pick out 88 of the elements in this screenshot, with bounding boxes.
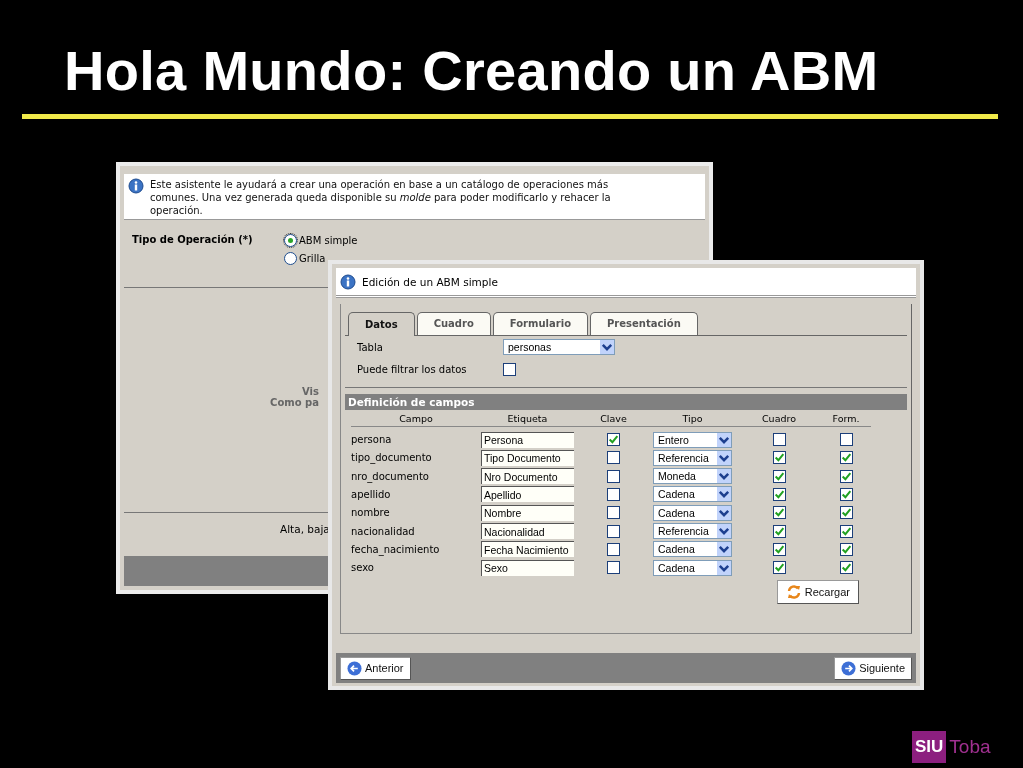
refresh-icon [785,583,802,600]
field-label: Puede filtrar los datos [357,363,468,375]
label-field[interactable]: Nacionalidad [481,523,574,540]
caret-icon [717,487,731,502]
field-name: nombre [351,507,391,519]
column-header: Tipo [681,412,704,424]
field-name: apellido [351,489,392,500]
checkbox[interactable] [607,451,620,465]
info-text: Este asistente le ayudará a crear una operación en base a un catálogo de operaciones más comunes. Una vez generada queda disponible su molde para poder modificarlo y rehacer la operación. [150,178,612,215]
checkbox[interactable] [607,488,620,501]
label-field[interactable]: Nombre [481,504,574,521]
column-header: Clave [599,412,628,424]
tab[interactable]: Datos [348,312,415,336]
checkbox[interactable] [839,488,853,501]
checkbox[interactable] [839,469,853,483]
checkbox[interactable] [839,506,853,520]
radio-option[interactable]: ABM simple [284,234,358,247]
checkbox[interactable] [607,433,620,447]
checkbox[interactable] [772,451,786,465]
field-label: Tabla [357,341,384,353]
field-name: persona [351,434,393,446]
caret-icon [717,524,731,539]
label-field[interactable]: Tipo Documento [481,449,574,466]
type-dropdown[interactable]: Cadena [653,486,732,503]
checkbox[interactable] [607,469,620,483]
field-name: fecha_nacimiento [351,543,441,555]
logo-text: Toba [949,736,991,758]
caret-icon [717,560,731,575]
info-icon [128,178,144,194]
label-field[interactable]: Nro Documento [481,468,574,485]
tab[interactable]: Formulario [492,312,588,335]
preview-text: Vis [302,385,319,397]
type-dropdown[interactable]: Cadena [653,541,732,558]
label-field[interactable]: Fecha Nacimiento [481,541,574,558]
type-dropdown[interactable]: Cadena [653,504,732,521]
type-dropdown[interactable]: Referencia [653,449,732,466]
checkbox[interactable] [772,524,786,538]
window-title: Edición de un ABM simple [362,275,498,288]
checkbox[interactable] [503,362,516,376]
checkbox[interactable] [607,561,620,575]
section-header: Definición de campos [345,394,907,410]
checkbox[interactable] [839,451,853,465]
checkbox[interactable] [607,506,620,520]
checkbox[interactable] [772,488,786,501]
column-header: Campo [398,412,434,424]
checkbox[interactable] [839,542,853,556]
caret-icon [717,432,731,447]
checkbox[interactable] [607,542,620,556]
checkbox[interactable] [772,542,786,556]
caret-icon [717,542,731,557]
info-icon [340,273,356,290]
type-dropdown[interactable]: Moneda [653,468,732,485]
slide-title: Hola Mundo: Creando un ABM [64,38,879,103]
field-label: Tipo de Operación (*) [132,234,254,247]
caret-icon [600,340,614,354]
checkbox[interactable] [839,524,853,538]
caret-icon [717,505,731,520]
checkbox[interactable] [772,561,786,575]
type-dropdown[interactable]: Entero [653,431,732,448]
tab[interactable]: Cuadro [416,312,491,335]
logo-mark: SIU [912,731,947,763]
column-header: Cuadro [761,412,797,424]
preview-text: Como pa [270,396,319,408]
caret-icon [717,469,731,484]
checkbox[interactable] [772,506,786,520]
type-dropdown[interactable]: Referencia [653,523,732,540]
checkbox[interactable] [772,469,786,483]
checkbox[interactable] [839,561,853,575]
checkbox[interactable] [839,433,853,447]
next-button[interactable]: Siguiente [834,656,912,680]
label-field[interactable]: Sexo [481,559,574,576]
column-header: Etiqueta [506,412,549,424]
field-name: tipo_documento [351,452,433,464]
type-dropdown[interactable]: Cadena [653,559,732,576]
reload-button[interactable]: Recargar [776,579,859,604]
label-field[interactable]: Persona [481,431,574,448]
caret-icon [717,450,731,465]
radio-option[interactable]: Grilla [284,252,358,265]
table-dropdown[interactable]: personas [503,339,615,355]
field-name: sexo [351,562,375,574]
back-button[interactable]: Anterior [340,656,411,680]
checkbox[interactable] [607,524,620,538]
checkbox[interactable] [772,433,786,447]
field-name: nacionalidad [351,525,416,537]
column-header: Form. [831,412,861,424]
tab[interactable]: Presentación [590,312,698,335]
field-name: nro_documento [351,470,430,482]
label-field[interactable]: Apellido [481,486,574,503]
